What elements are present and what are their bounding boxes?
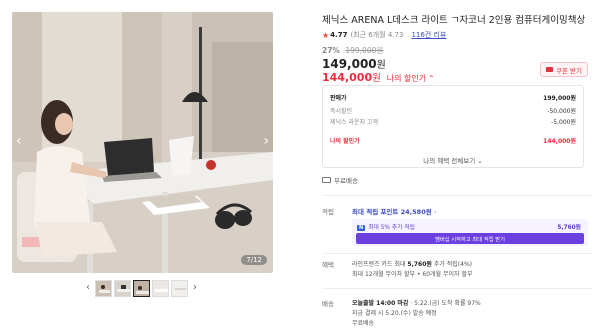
thumbnail[interactable] bbox=[171, 279, 188, 297]
chevron-up-icon: ⌃ bbox=[428, 74, 435, 83]
thumbnail-strip: ‹ › bbox=[82, 278, 201, 298]
original-price: 199,000원 bbox=[345, 46, 384, 55]
card-benefit-rate: 추가 적립(4%) bbox=[431, 261, 473, 268]
thumbnail-selected[interactable] bbox=[133, 279, 150, 297]
breakdown-label: 즉시할인 bbox=[330, 108, 353, 115]
all-benefits-label: 나의 혜택 전체보기 bbox=[423, 157, 476, 165]
photo-counter: 7/12 bbox=[241, 255, 267, 265]
delivery-deadline-line: 오늘출발 14:00 마감 · 5.22.(금) 도착 확률 97% bbox=[352, 298, 481, 307]
chevron-left-icon[interactable]: ‹ bbox=[82, 278, 94, 298]
breakdown-value: -50,000원 bbox=[547, 108, 576, 115]
naver-badge-icon: N bbox=[357, 225, 366, 231]
breakdown-row-total: 나의 할인가 144,000원 bbox=[330, 136, 576, 145]
breakdown-value: -5,000원 bbox=[551, 119, 576, 126]
divider bbox=[322, 288, 592, 289]
review-count-link[interactable]: 116건 리뷰 bbox=[411, 30, 446, 40]
membership-start-button[interactable]: 멤버십 시작하고 최대 적립 받기 bbox=[356, 233, 584, 244]
my-discount-price[interactable]: 144,000원 나의 할인가 ⌃ bbox=[322, 70, 435, 84]
my-price-label: 나의 할인가 bbox=[386, 74, 427, 83]
payment-label: 혜택 bbox=[322, 261, 334, 269]
all-benefits-link[interactable]: 나의 혜택 전체보기 ⌄ bbox=[323, 155, 583, 165]
thumbnail[interactable] bbox=[114, 279, 131, 297]
coupon-icon bbox=[546, 67, 553, 72]
my-price-unit: 원 bbox=[372, 73, 381, 84]
photo-next-button[interactable]: › bbox=[263, 134, 269, 148]
sale-price: 149,000원 bbox=[322, 56, 386, 71]
original-price-line: 27% 199,000원 bbox=[322, 45, 383, 56]
product-gallery: ‹ › 7/12 ‹ › bbox=[0, 0, 300, 329]
breakdown-row: 제닉스 라운지 고객 -5,000원 bbox=[330, 117, 576, 126]
coupon-button[interactable]: 쿠폰 받기 bbox=[540, 62, 588, 77]
extra-points-row: N 최대 5% 추가 적립 5,760원 bbox=[357, 222, 581, 231]
sale-price-value: 149,000 bbox=[322, 57, 377, 71]
breakdown-label: 제닉스 라운지 고객 bbox=[330, 119, 378, 126]
breakdown-value: 199,000원 bbox=[543, 95, 576, 102]
breakdown-label: 나의 할인가 bbox=[330, 138, 360, 145]
breakdown-row: 즉시할인 -50,000원 bbox=[330, 106, 576, 115]
recent-rating: (최근 6개월 4.73 bbox=[350, 31, 404, 39]
my-price-value: 144,000 bbox=[322, 71, 373, 84]
price-breakdown-box: 판매가 199,000원 즉시할인 -50,000원 제닉스 라운지 고객 -5… bbox=[322, 85, 584, 168]
extra-points-amount: 5,760원 bbox=[557, 225, 581, 231]
product-info-panel: 제닉스 ARENA L데스크 라이트 ㄱ자코너 2인용 컴퓨터게이밍책상 ★ 4… bbox=[322, 0, 592, 329]
card-benefit-line: 라인프렌즈 카드 최대 5,760원 추가 적립(4%) bbox=[352, 259, 472, 268]
membership-benefit-box: N 최대 5% 추가 적립 5,760원 멤버십 시작하고 최대 적립 받기 bbox=[352, 219, 588, 246]
free-shipping-line: 무료배송 bbox=[322, 175, 358, 185]
breakdown-row: 판매가 199,000원 bbox=[330, 93, 576, 102]
room-scene-image bbox=[12, 12, 273, 273]
chevron-down-icon: ⌄ bbox=[477, 157, 483, 165]
installment-line: 최대 12개월 무이자 할부 • 60개월 무이자 할부 bbox=[352, 271, 473, 278]
breakdown-value: 144,000원 bbox=[543, 138, 576, 145]
delivery-free-line: 무료배송 bbox=[352, 320, 375, 327]
thumbnail[interactable] bbox=[152, 279, 169, 297]
chevron-right-icon: › bbox=[433, 208, 437, 216]
product-title: 제닉스 ARENA L데스크 라이트 ㄱ자코너 2인용 컴퓨터게이밍책상 bbox=[322, 15, 586, 26]
rating-score: 4.77 bbox=[330, 31, 348, 39]
rating-summary: ★ 4.77 (최근 6개월 4.73 116건 리뷰 bbox=[322, 30, 446, 40]
breakdown-label: 판매가 bbox=[330, 95, 347, 102]
chevron-right-icon[interactable]: › bbox=[189, 278, 201, 298]
divider bbox=[322, 253, 592, 254]
divider bbox=[322, 195, 592, 196]
main-product-photo[interactable]: ‹ › 7/12 bbox=[12, 12, 273, 273]
same-day-deadline: 오늘출발 14:00 마감 bbox=[352, 300, 409, 307]
card-benefit-text: 라인프렌즈 카드 최대 bbox=[352, 261, 408, 268]
card-benefit-amount: 5,760원 bbox=[407, 261, 432, 268]
thumbnail[interactable] bbox=[95, 279, 112, 297]
discount-percent: 27% bbox=[322, 46, 340, 55]
membership-button-label: 멤버십 시작하고 최대 적립 받기 bbox=[434, 236, 506, 243]
arrival-probability: · 5.22.(금) 도착 확률 97% bbox=[408, 300, 481, 307]
free-shipping-text: 무료배송 bbox=[334, 177, 358, 185]
max-points-link[interactable]: 최대 적립 포인트 24,580원 › bbox=[352, 206, 437, 216]
coupon-label: 쿠폰 받기 bbox=[556, 66, 582, 75]
delivery-label: 배송 bbox=[322, 300, 334, 308]
photo-prev-button[interactable]: ‹ bbox=[16, 134, 22, 148]
star-icon: ★ bbox=[322, 30, 330, 40]
extra-points-text: 최대 5% 추가 적립 bbox=[368, 225, 415, 231]
dispatch-line: 지금 결제 시 5.20.(수) 발송 예정 bbox=[352, 310, 437, 317]
benefit-label: 적립 bbox=[322, 208, 334, 216]
truck-icon bbox=[322, 177, 331, 183]
max-points-text: 최대 적립 포인트 24,580원 bbox=[352, 208, 432, 216]
